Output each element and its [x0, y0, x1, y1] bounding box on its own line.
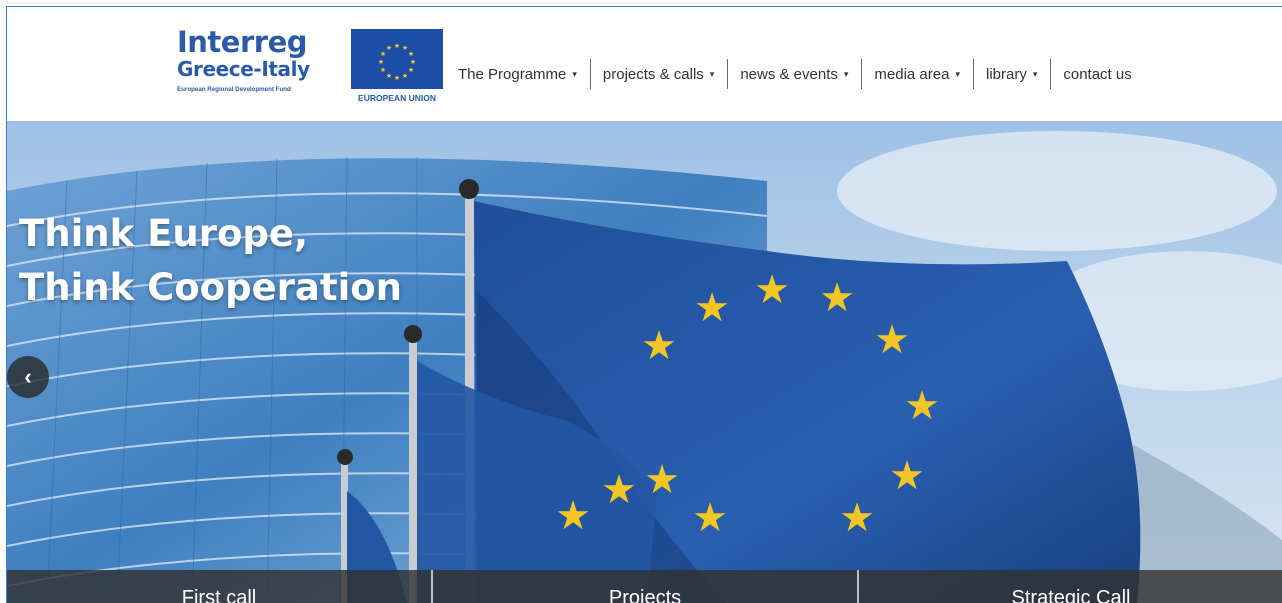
- site-header: Interreg Greece-Italy European Regional …: [7, 7, 1282, 121]
- caret-down-icon: ▾: [572, 68, 577, 79]
- caret-down-icon: ▾: [1032, 68, 1038, 79]
- hero-title-line: Think Europe,: [19, 212, 309, 255]
- svg-text:★: ★: [889, 453, 925, 499]
- nav-item-programme[interactable]: The Programme ▾: [452, 59, 590, 89]
- cta-label: Strategic Call: [1011, 587, 1131, 603]
- svg-text:★: ★: [874, 317, 910, 363]
- carousel-prev-button[interactable]: ‹: [7, 356, 49, 398]
- svg-text:★: ★: [402, 72, 408, 80]
- caret-down-icon: ▾: [843, 68, 849, 79]
- nav-item-label: The Programme: [458, 65, 567, 83]
- nav-divider: [972, 59, 974, 89]
- hero-carousel: ★ ★ ★ ★ ★ ★ ★ ★ ★ ★ ★ ★ Think Europe, Th…: [7, 121, 1282, 603]
- svg-text:★: ★: [410, 58, 416, 66]
- nav-divider: [727, 59, 729, 89]
- nav-item-label: projects & calls: [602, 65, 704, 83]
- nav-item-label: media area: [874, 65, 950, 83]
- svg-text:★: ★: [408, 66, 414, 74]
- hero-image: ★ ★ ★ ★ ★ ★ ★ ★ ★ ★ ★ ★: [7, 121, 1282, 603]
- svg-text:★: ★: [692, 495, 728, 541]
- svg-text:★: ★: [601, 467, 637, 513]
- cta-label: Projects: [608, 587, 682, 603]
- svg-text:★: ★: [394, 42, 400, 50]
- interreg-logo[interactable]: Interreg Greece-Italy European Regional …: [177, 27, 447, 107]
- svg-text:★: ★: [819, 275, 855, 321]
- nav-divider: [589, 59, 591, 89]
- nav-divider: [1050, 59, 1052, 89]
- main-nav: The Programme ▾ projects & calls ▾ news …: [452, 59, 1145, 89]
- nav-item-label: news & events: [740, 65, 838, 83]
- svg-text:★: ★: [694, 285, 730, 331]
- cta-label: First call: [181, 587, 257, 603]
- svg-text:★: ★: [904, 383, 940, 429]
- logo-brand: Interreg: [177, 25, 308, 59]
- svg-text:★: ★: [555, 493, 591, 539]
- svg-text:★: ★: [378, 58, 384, 66]
- caret-down-icon: ▾: [955, 68, 960, 79]
- nav-item-label: contact us: [1063, 65, 1132, 83]
- cta-bar: First call Projects Strategic Call: [7, 570, 1282, 603]
- svg-text:★: ★: [641, 323, 677, 369]
- logo-region: Greece-Italy: [177, 57, 310, 81]
- strategic-call-button[interactable]: Strategic Call: [857, 570, 1282, 603]
- caret-down-icon: ▾: [709, 68, 715, 79]
- page-frame: Interreg Greece-Italy European Regional …: [6, 6, 1282, 603]
- svg-text:★: ★: [839, 495, 875, 541]
- nav-divider: [861, 59, 863, 89]
- svg-text:★: ★: [754, 267, 790, 313]
- nav-item-contact[interactable]: contact us: [1057, 59, 1144, 89]
- svg-text:★: ★: [408, 50, 414, 58]
- logo-fund: European Regional Development Fund: [177, 86, 291, 93]
- svg-text:★: ★: [386, 72, 392, 80]
- svg-text:★: ★: [380, 66, 386, 74]
- projects-button[interactable]: Projects: [431, 570, 857, 603]
- nav-item-label: library: [985, 65, 1027, 83]
- svg-text:★: ★: [394, 74, 400, 82]
- svg-text:★: ★: [386, 44, 392, 52]
- logo-wordmark: Interreg Greece-Italy European Regional …: [177, 27, 347, 93]
- eu-flag-icon: ★ ★ ★ ★ ★ ★ ★ ★ ★ ★ ★ ★: [351, 29, 443, 89]
- chevron-left-icon: ‹: [24, 364, 32, 389]
- eu-label: EUROPEAN UNION: [358, 93, 436, 103]
- hero-title: Think Europe, Think Cooperation: [19, 207, 402, 315]
- hero-title-line: Think Cooperation: [19, 266, 403, 309]
- nav-item-projects-calls[interactable]: projects & calls ▾: [597, 59, 727, 89]
- first-call-button[interactable]: First call: [7, 570, 431, 603]
- svg-text:★: ★: [644, 457, 680, 503]
- nav-item-media-area[interactable]: media area ▾: [868, 59, 973, 89]
- nav-item-news-events[interactable]: news & events ▾: [734, 59, 861, 89]
- nav-item-library[interactable]: library ▾: [980, 59, 1050, 89]
